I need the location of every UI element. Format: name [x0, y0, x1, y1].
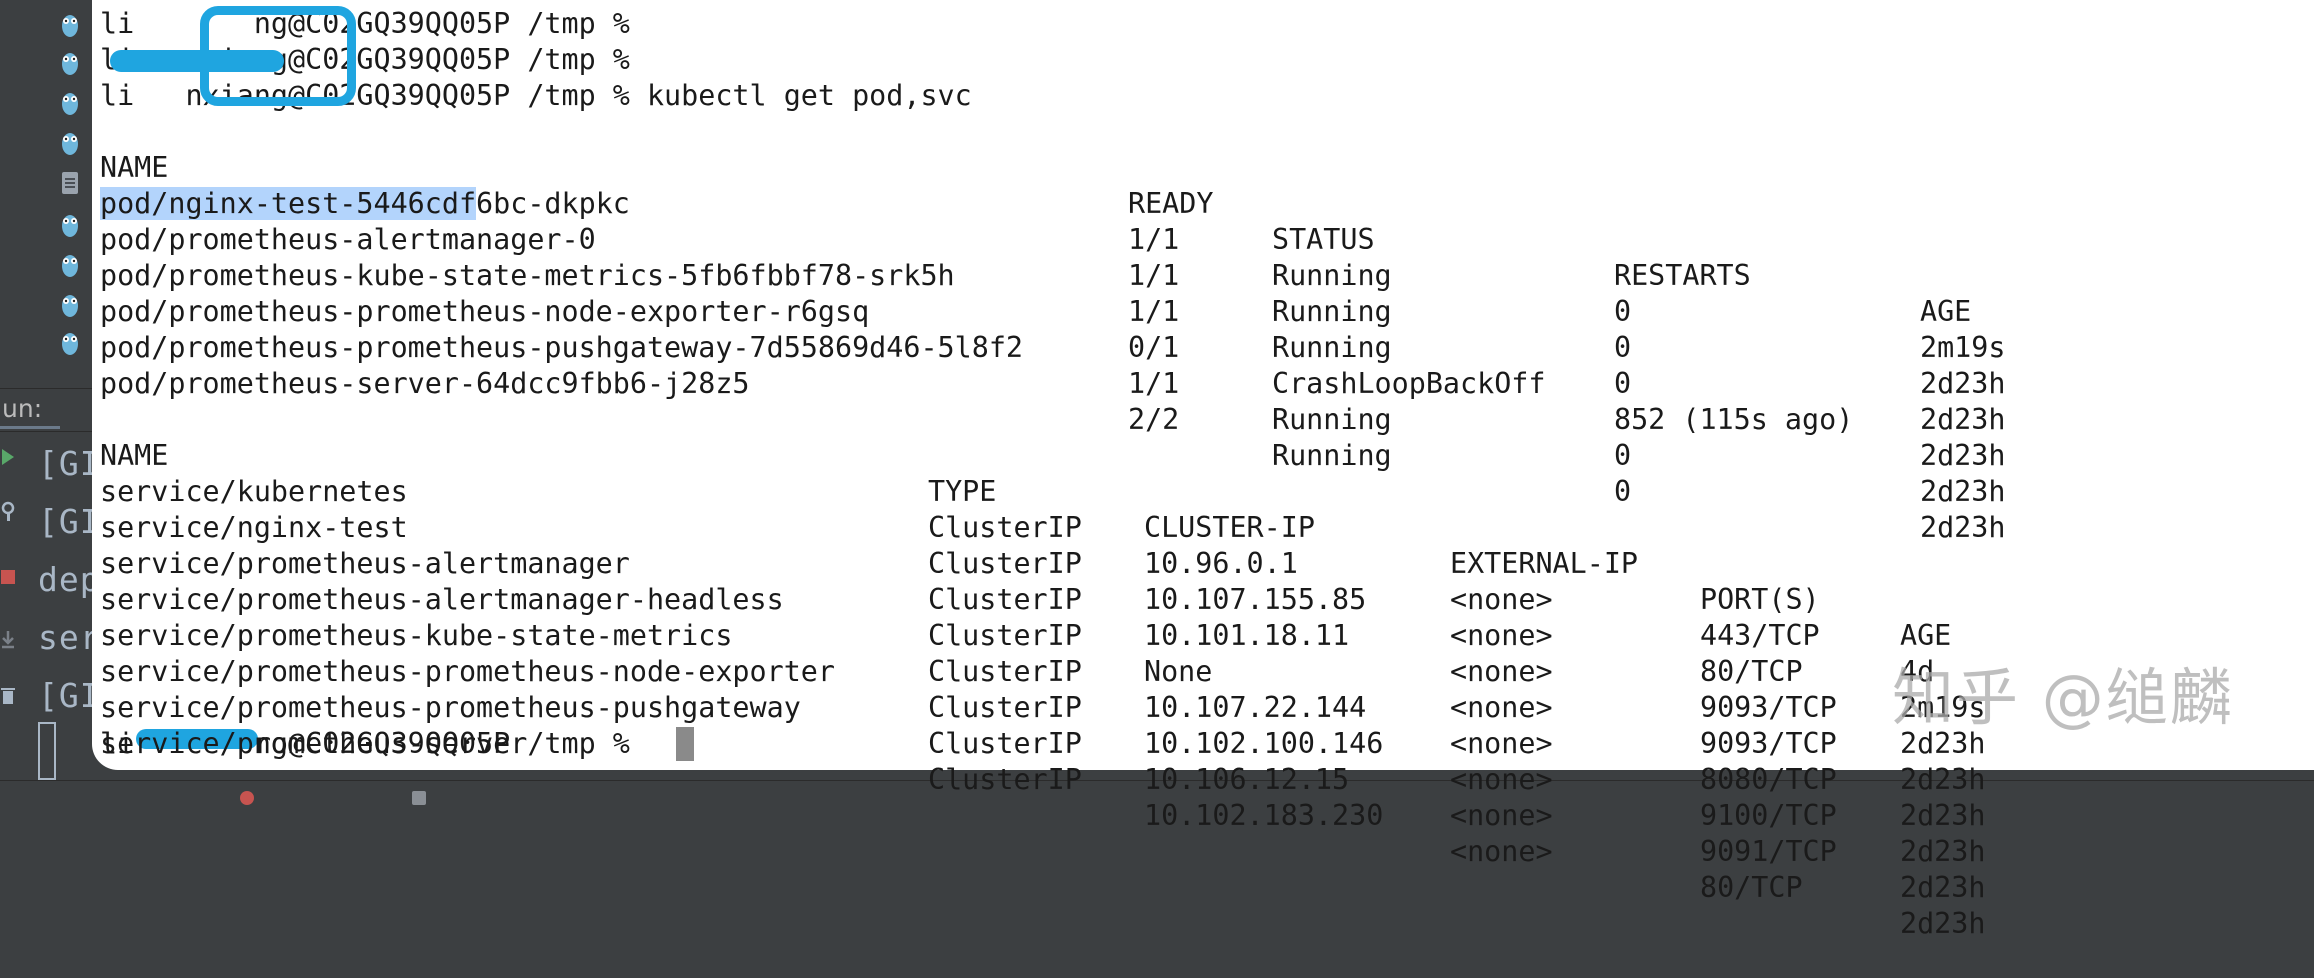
terminal-cursor[interactable]	[676, 727, 694, 761]
svc-age: 2d23h	[1900, 907, 1986, 940]
pod-restarts: 0	[1614, 367, 1632, 400]
svc-row: service/prometheus-prometheus-node-expor…	[100, 618, 2200, 868]
svc-row: service/kubernetes ClusterIP 10.96.0.1 <…	[100, 438, 2200, 688]
gopher-icon[interactable]	[60, 50, 80, 76]
ide-left-panel: un: [GI [GI dep ser [GI	[0, 0, 100, 812]
prompt-user: li	[100, 7, 135, 40]
prompt-user: li	[100, 79, 135, 112]
gopher-icon[interactable]	[60, 252, 80, 278]
trash-icon[interactable]	[0, 684, 16, 706]
file-icon[interactable]	[62, 172, 78, 194]
svc-ports: 8080/TCP	[1700, 763, 1837, 796]
gopher-icon[interactable]	[60, 90, 80, 116]
prompt-user: li	[100, 727, 135, 760]
svc-external-ip: <none>	[1450, 763, 1553, 796]
pod-table-header: NAME READY STATUS RESTARTS AGE	[100, 114, 2200, 328]
svc-ports: 9100/TCP	[1700, 799, 1837, 832]
pod-age: 2d23h	[1920, 367, 2006, 400]
redaction-bar	[110, 50, 284, 72]
pod-row: pod/prometheus-server-64dcc9fbb6-j28z5 2…	[100, 330, 2200, 544]
svc-cluster-ip: 10.102.100.146	[1144, 727, 1384, 760]
pod-name: pod/prometheus-server-64dcc9fbb6-j28z5	[100, 367, 750, 400]
svc-ports: 9091/TCP	[1700, 835, 1837, 868]
svc-age: 2d23h	[1900, 799, 1986, 832]
svc-table-header: NAME TYPE CLUSTER-IP EXTERNAL-IP PORT(S)…	[100, 402, 2200, 652]
svc-row: service/prometheus-alertmanager ClusterI…	[100, 510, 2200, 760]
svc-row: service/prometheus-kube-state-metrics Cl…	[100, 582, 2200, 832]
svc-ports: 9093/TCP	[1700, 727, 1837, 760]
svc-type: ClusterIP	[928, 727, 1082, 760]
svc-row: service/prometheus-prometheus-pushgatewa…	[100, 654, 2200, 904]
svc-type: ClusterIP	[928, 763, 1082, 796]
run-panel-label[interactable]: un:	[2, 394, 42, 423]
wrench-icon[interactable]	[0, 500, 16, 522]
zhihu-watermark: 知乎 @缒麟	[1892, 661, 2234, 734]
problems-icon[interactable]	[240, 791, 254, 805]
svc-cluster-ip: 10.102.183.230	[1144, 799, 1384, 832]
pod-status: CrashLoopBackOff	[1272, 367, 1546, 400]
pod-ready: 1/1	[1128, 367, 1180, 400]
pod-row: pod/prometheus-prometheus-pushgateway-7d…	[100, 294, 2200, 508]
svc-ports: 80/TCP	[1700, 871, 1803, 904]
terminal-window[interactable]: li ng@C02GQ39QQ05P /tmp % li nxiang@C02G…	[92, 0, 2314, 940]
svc-row: service/prometheus-alertmanager-headless…	[100, 546, 2200, 796]
svc-external-ip: <none>	[1450, 799, 1553, 832]
svc-age: 2d23h	[1900, 763, 1986, 796]
terminal-icon[interactable]	[412, 791, 426, 805]
prompt-line: li ng@C02GQ39QQ05P /tmp %	[100, 6, 647, 42]
pod-row: pod/nginx-test-5446cdf6bc-dkpkc 1/1 Runn…	[100, 150, 2200, 364]
gopher-icon[interactable]	[60, 12, 80, 38]
pod-row: pod/prometheus-alertmanager-0 1/1 Runnin…	[100, 186, 2200, 400]
gopher-icon[interactable]	[60, 212, 80, 238]
pod-row: pod/prometheus-prometheus-node-exporter-…	[100, 258, 2200, 472]
gopher-icon[interactable]	[60, 292, 80, 318]
svc-row: service/nginx-test ClusterIP 10.107.155.…	[100, 474, 2200, 724]
run-input-caret[interactable]	[38, 722, 56, 780]
stop-icon[interactable]	[0, 566, 16, 588]
prompt-rest: ng@C02GQ39QQ05P /tmp %	[253, 727, 647, 760]
run-icon[interactable]	[0, 446, 16, 468]
svc-external-ip: <none>	[1450, 835, 1553, 868]
svc-external-ip: <none>	[1450, 727, 1553, 760]
svc-age: 2d23h	[1900, 835, 1986, 868]
download-icon[interactable]	[0, 628, 16, 650]
pod-row: pod/prometheus-kube-state-metrics-5fb6fb…	[100, 222, 2200, 436]
prompt-line: li ng@C02GQ39QQ05P /tmp %	[100, 726, 647, 762]
run-tab-underline	[0, 426, 60, 429]
svc-cluster-ip: 10.106.12.15	[1144, 763, 1350, 796]
svc-row: service/prometheus-server ClusterIP 10.1…	[100, 690, 2200, 940]
svc-age: 2d23h	[1900, 871, 1986, 904]
gopher-icon[interactable]	[60, 330, 80, 356]
gopher-icon[interactable]	[60, 130, 80, 156]
